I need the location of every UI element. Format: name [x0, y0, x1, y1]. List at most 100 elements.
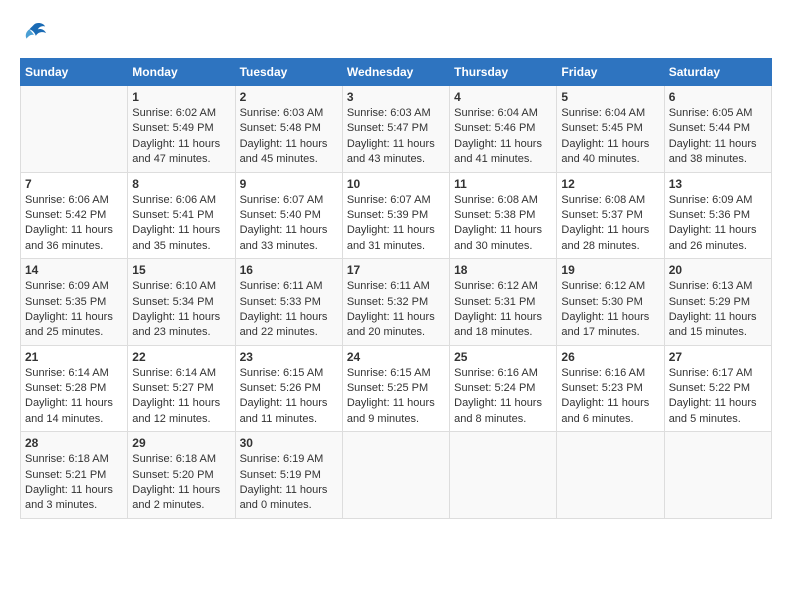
cell-info-line: Daylight: 11 hours: [347, 137, 445, 152]
week-row-5: 28Sunrise: 6:18 AMSunset: 5:21 PMDayligh…: [21, 432, 772, 519]
calendar-cell: 9Sunrise: 6:07 AMSunset: 5:40 PMDaylight…: [235, 172, 342, 259]
cell-info-line: Sunrise: 6:04 AM: [454, 106, 552, 121]
calendar-cell: 20Sunrise: 6:13 AMSunset: 5:29 PMDayligh…: [664, 259, 771, 346]
cell-info-line: Sunset: 5:41 PM: [132, 208, 230, 223]
day-number: 7: [25, 177, 123, 191]
cell-info-line: Daylight: 11 hours: [240, 223, 338, 238]
cell-info-line: Daylight: 11 hours: [25, 223, 123, 238]
cell-info-line: Sunrise: 6:09 AM: [669, 193, 767, 208]
day-number: 16: [240, 263, 338, 277]
cell-info-line: Sunrise: 6:18 AM: [132, 452, 230, 467]
cell-info-line: and 28 minutes.: [561, 239, 659, 254]
cell-info-line: Sunset: 5:28 PM: [25, 381, 123, 396]
cell-info-line: Sunset: 5:49 PM: [132, 121, 230, 136]
week-row-1: 1Sunrise: 6:02 AMSunset: 5:49 PMDaylight…: [21, 86, 772, 173]
week-row-3: 14Sunrise: 6:09 AMSunset: 5:35 PMDayligh…: [21, 259, 772, 346]
column-header-monday: Monday: [128, 59, 235, 86]
cell-info-line: Sunset: 5:35 PM: [25, 295, 123, 310]
cell-info-line: Sunrise: 6:18 AM: [25, 452, 123, 467]
page-header: [20, 20, 772, 48]
cell-info-line: Sunset: 5:25 PM: [347, 381, 445, 396]
cell-info-line: Daylight: 11 hours: [561, 137, 659, 152]
column-header-tuesday: Tuesday: [235, 59, 342, 86]
day-number: 21: [25, 350, 123, 364]
cell-info-line: and 26 minutes.: [669, 239, 767, 254]
day-number: 5: [561, 90, 659, 104]
calendar-cell: 15Sunrise: 6:10 AMSunset: 5:34 PMDayligh…: [128, 259, 235, 346]
cell-info-line: Daylight: 11 hours: [240, 137, 338, 152]
cell-info-line: and 38 minutes.: [669, 152, 767, 167]
cell-info-line: Sunrise: 6:16 AM: [561, 366, 659, 381]
calendar-cell: [557, 432, 664, 519]
calendar-cell: 22Sunrise: 6:14 AMSunset: 5:27 PMDayligh…: [128, 345, 235, 432]
day-number: 22: [132, 350, 230, 364]
cell-info-line: and 33 minutes.: [240, 239, 338, 254]
cell-info-line: Sunset: 5:42 PM: [25, 208, 123, 223]
cell-info-line: Sunrise: 6:05 AM: [669, 106, 767, 121]
cell-info-line: and 30 minutes.: [454, 239, 552, 254]
cell-info-line: Daylight: 11 hours: [454, 223, 552, 238]
cell-info-line: Sunrise: 6:19 AM: [240, 452, 338, 467]
day-number: 25: [454, 350, 552, 364]
calendar-cell: 10Sunrise: 6:07 AMSunset: 5:39 PMDayligh…: [342, 172, 449, 259]
cell-info-line: Sunset: 5:48 PM: [240, 121, 338, 136]
calendar-cell: 4Sunrise: 6:04 AMSunset: 5:46 PMDaylight…: [450, 86, 557, 173]
cell-info-line: and 6 minutes.: [561, 412, 659, 427]
cell-info-line: and 18 minutes.: [454, 325, 552, 340]
day-number: 10: [347, 177, 445, 191]
cell-info-line: Daylight: 11 hours: [132, 137, 230, 152]
cell-info-line: Sunrise: 6:09 AM: [25, 279, 123, 294]
week-row-2: 7Sunrise: 6:06 AMSunset: 5:42 PMDaylight…: [21, 172, 772, 259]
day-number: 1: [132, 90, 230, 104]
calendar-cell: 28Sunrise: 6:18 AMSunset: 5:21 PMDayligh…: [21, 432, 128, 519]
cell-info-line: Sunrise: 6:13 AM: [669, 279, 767, 294]
day-number: 11: [454, 177, 552, 191]
cell-info-line: Daylight: 11 hours: [347, 396, 445, 411]
cell-info-line: and 31 minutes.: [347, 239, 445, 254]
column-header-saturday: Saturday: [664, 59, 771, 86]
cell-info-line: and 12 minutes.: [132, 412, 230, 427]
cell-info-line: Sunset: 5:47 PM: [347, 121, 445, 136]
cell-info-line: Sunrise: 6:03 AM: [240, 106, 338, 121]
cell-info-line: Sunset: 5:39 PM: [347, 208, 445, 223]
calendar-cell: 3Sunrise: 6:03 AMSunset: 5:47 PMDaylight…: [342, 86, 449, 173]
cell-info-line: Daylight: 11 hours: [454, 137, 552, 152]
cell-info-line: and 15 minutes.: [669, 325, 767, 340]
day-number: 14: [25, 263, 123, 277]
cell-info-line: Sunset: 5:40 PM: [240, 208, 338, 223]
cell-info-line: Daylight: 11 hours: [454, 396, 552, 411]
cell-info-line: Sunrise: 6:06 AM: [25, 193, 123, 208]
cell-info-line: and 2 minutes.: [132, 498, 230, 513]
cell-info-line: and 40 minutes.: [561, 152, 659, 167]
cell-info-line: Sunrise: 6:16 AM: [454, 366, 552, 381]
cell-info-line: Daylight: 11 hours: [561, 396, 659, 411]
column-header-wednesday: Wednesday: [342, 59, 449, 86]
cell-info-line: Sunrise: 6:04 AM: [561, 106, 659, 121]
calendar-cell: 25Sunrise: 6:16 AMSunset: 5:24 PMDayligh…: [450, 345, 557, 432]
calendar-cell: 21Sunrise: 6:14 AMSunset: 5:28 PMDayligh…: [21, 345, 128, 432]
cell-info-line: Daylight: 11 hours: [669, 223, 767, 238]
cell-info-line: Sunset: 5:26 PM: [240, 381, 338, 396]
cell-info-line: Sunset: 5:23 PM: [561, 381, 659, 396]
calendar-cell: 30Sunrise: 6:19 AMSunset: 5:19 PMDayligh…: [235, 432, 342, 519]
cell-info-line: Daylight: 11 hours: [25, 396, 123, 411]
column-header-friday: Friday: [557, 59, 664, 86]
cell-info-line: Sunset: 5:33 PM: [240, 295, 338, 310]
cell-info-line: Daylight: 11 hours: [132, 396, 230, 411]
calendar-cell: 13Sunrise: 6:09 AMSunset: 5:36 PMDayligh…: [664, 172, 771, 259]
cell-info-line: Sunset: 5:36 PM: [669, 208, 767, 223]
day-number: 23: [240, 350, 338, 364]
calendar-cell: 29Sunrise: 6:18 AMSunset: 5:20 PMDayligh…: [128, 432, 235, 519]
cell-info-line: Sunrise: 6:15 AM: [240, 366, 338, 381]
cell-info-line: Sunrise: 6:07 AM: [347, 193, 445, 208]
calendar-cell: 19Sunrise: 6:12 AMSunset: 5:30 PMDayligh…: [557, 259, 664, 346]
day-number: 8: [132, 177, 230, 191]
day-number: 3: [347, 90, 445, 104]
cell-info-line: Sunrise: 6:14 AM: [132, 366, 230, 381]
cell-info-line: Sunrise: 6:12 AM: [454, 279, 552, 294]
cell-info-line: Sunrise: 6:10 AM: [132, 279, 230, 294]
calendar-cell: 1Sunrise: 6:02 AMSunset: 5:49 PMDaylight…: [128, 86, 235, 173]
cell-info-line: Sunrise: 6:08 AM: [561, 193, 659, 208]
cell-info-line: Daylight: 11 hours: [561, 223, 659, 238]
calendar-cell: 16Sunrise: 6:11 AMSunset: 5:33 PMDayligh…: [235, 259, 342, 346]
